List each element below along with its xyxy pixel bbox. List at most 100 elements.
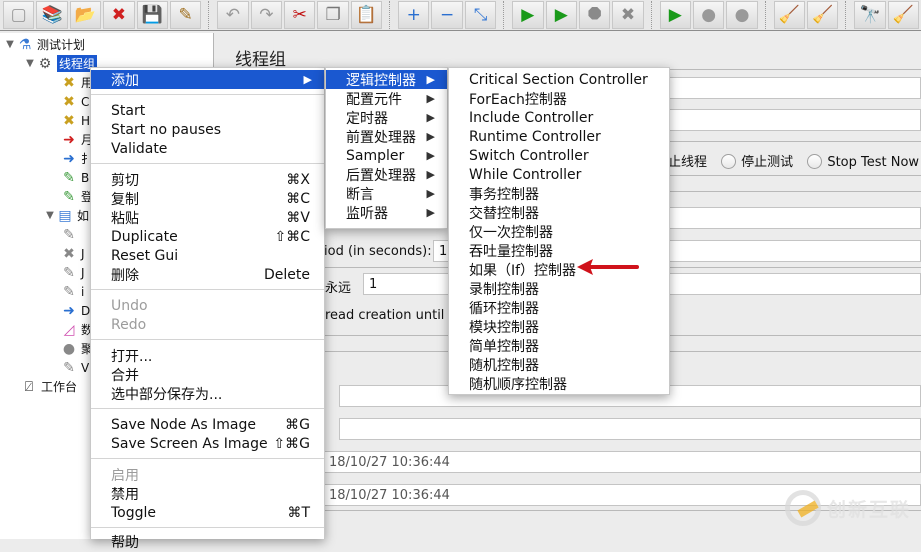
search-button[interactable]: 🔭 [854,1,886,29]
menu-item-save-selection[interactable]: 选中部分保存为... [91,384,324,403]
menu-item-add[interactable]: 添加 ▶ [91,70,324,89]
tree-node[interactable]: ✎ i [60,282,84,301]
submenu-item[interactable]: 交替控制器 [449,203,669,222]
tree-node[interactable]: ✎ J [60,263,84,282]
menu-item-open[interactable]: 打开... [91,346,324,365]
submenu-item[interactable]: 断言 ▶ [326,184,447,203]
tree-node[interactable]: ✎ V [60,358,89,377]
submenu-item[interactable]: Runtime Controller [449,127,669,146]
menu-item-help[interactable]: 帮助 [91,532,324,551]
submenu-item[interactable]: 仅一次控制器 [449,222,669,241]
remote-start-button[interactable]: ▶ [659,1,691,29]
submenu-item[interactable]: 随机控制器 [449,355,669,374]
tree-node[interactable]: ➜ 扌 [60,149,93,168]
radio-stop-test-now[interactable] [807,154,823,169]
tree-node[interactable]: ◿ 数 [60,320,93,339]
element-icon: ✎ [63,226,75,243]
menu-item-cut[interactable]: 剪切 ⌘X [91,170,324,189]
redo-button[interactable]: ↷ [250,1,283,29]
copy-button[interactable]: ❐ [317,1,349,29]
search-icon: 🔭 [859,4,881,25]
submenu-item[interactable]: Critical Section Controller [449,70,669,89]
menu-item-paste[interactable]: 粘贴 ⌘V [91,208,324,227]
remote-stop-button[interactable]: ● [692,1,725,29]
submenu-item[interactable]: Switch Controller [449,146,669,165]
toggle-button[interactable]: ⤡ [464,1,497,29]
clear-all-button[interactable]: 🧹 [807,1,839,29]
submenu-item[interactable]: 吞吐量控制器 [449,241,669,260]
submenu-item[interactable]: 事务控制器 [449,184,669,203]
start-button[interactable]: ▶ [512,1,544,29]
menu-item-duplicate[interactable]: Duplicate ⇧⌘C [91,227,324,246]
submenu-item[interactable]: 前置处理器 ▶ [326,127,447,146]
new-button[interactable]: ▢ [3,1,35,29]
tree-node-test-plan[interactable]: ▼ ⚗ 测试计划 [4,35,85,54]
element-icon: ✎ [63,283,75,300]
tree-node[interactable]: ➜ D [60,301,90,320]
error-action-group: 停止线程 停止测试 Stop Test Now [655,154,920,170]
expand-triangle-icon[interactable]: ▼ [24,58,36,69]
menu-item-validate[interactable]: Validate [91,139,324,158]
radio-stop-test[interactable] [721,154,737,169]
cut-button[interactable]: ✂ [284,1,316,29]
expand-button[interactable]: + [398,1,430,29]
tree-node[interactable]: ✖ H [60,111,90,130]
submenu-item[interactable]: 配置元件 ▶ [326,89,447,108]
submenu-item[interactable]: 随机顺序控制器 [449,374,669,393]
save-button[interactable]: 💾 [136,1,168,29]
menu-item-toggle[interactable]: Toggle ⌘T [91,503,324,522]
reset-search-button[interactable]: 🧹 [887,1,920,29]
tree-node[interactable]: ✖ C [60,92,89,111]
submenu-item[interactable]: While Controller [449,165,669,184]
open-button[interactable]: 📂 [69,1,102,29]
menu-item-delete[interactable]: 删除 Delete [91,265,324,284]
menu-item-copy[interactable]: 复制 ⌘C [91,189,324,208]
tree-node-thread-group[interactable]: ▼ ⚙ 线程组 [24,54,98,73]
expand-triangle-icon[interactable]: ▼ [4,39,16,50]
tree-node[interactable]: ✎ [60,225,81,244]
collapse-button[interactable]: − [431,1,463,29]
tree-node[interactable]: ✎ 登 [60,187,93,206]
submenu-item[interactable]: 模块控制器 [449,317,669,336]
expand-icon: + [406,4,421,25]
expand-triangle-icon[interactable]: ▼ [44,210,56,221]
tree-node[interactable]: ● 聚 [60,339,93,358]
tree-node[interactable]: ▼ ▤ 如 [44,206,89,225]
submenu-item[interactable]: Include Controller [449,108,669,127]
submenu-item[interactable]: 逻辑控制器 ▶ [326,70,447,89]
menu-item-save-node-image[interactable]: Save Node As Image ⌘G [91,415,324,434]
toolbar-separator [208,1,214,29]
menu-item-start[interactable]: Start [91,101,324,120]
submenu-item[interactable]: 后置处理器 ▶ [326,165,447,184]
tree-node[interactable]: ➜ 月 [60,130,93,149]
menu-item-start-no-pauses[interactable]: Start no pauses [91,120,324,139]
submenu-item[interactable]: 简单控制器 [449,336,669,355]
menu-item-disable[interactable]: 禁用 [91,484,324,503]
menu-item-merge[interactable]: 合并 [91,365,324,384]
templates-button[interactable]: 📚 [36,1,68,29]
stop-button[interactable]: ⯃ [578,1,611,29]
submenu-item[interactable]: 循环控制器 [449,298,669,317]
submenu-item[interactable]: 监听器 ▶ [326,203,447,222]
tree-node-workbench[interactable]: ⍁ 工作台 [20,377,77,396]
clear-button[interactable]: 🧹 [773,1,806,29]
submenu-arrow-icon: ▶ [426,149,435,162]
tree-node[interactable]: ✖ J [60,244,84,263]
close-button[interactable]: ✖ [103,1,135,29]
submenu-item[interactable]: 定时器 ▶ [326,108,447,127]
tree-node[interactable]: ✎ B [60,168,89,187]
menu-item-reset-gui[interactable]: Reset Gui [91,246,324,265]
save-as-button[interactable]: ✎ [169,1,202,29]
start-time-input[interactable]: 18/10/27 10:36:44 [323,451,921,473]
tree-node[interactable]: ✖ 用 [60,73,93,92]
shutdown-button[interactable]: ✖ [612,1,644,29]
paste-button[interactable]: 📋 [350,1,383,29]
start-no-pauses-button[interactable]: ▶ [545,1,577,29]
menu-item-save-screen-image[interactable]: Save Screen As Image ⇧⌘G [91,434,324,453]
undo-button[interactable]: ↶ [217,1,249,29]
submenu-item[interactable]: ForEach控制器 [449,89,669,108]
submenu-item[interactable]: 录制控制器 [449,279,669,298]
startup-delay-input[interactable] [339,418,921,440]
remote-shutdown-button[interactable]: ● [726,1,758,29]
submenu-item[interactable]: Sampler ▶ [326,146,447,165]
